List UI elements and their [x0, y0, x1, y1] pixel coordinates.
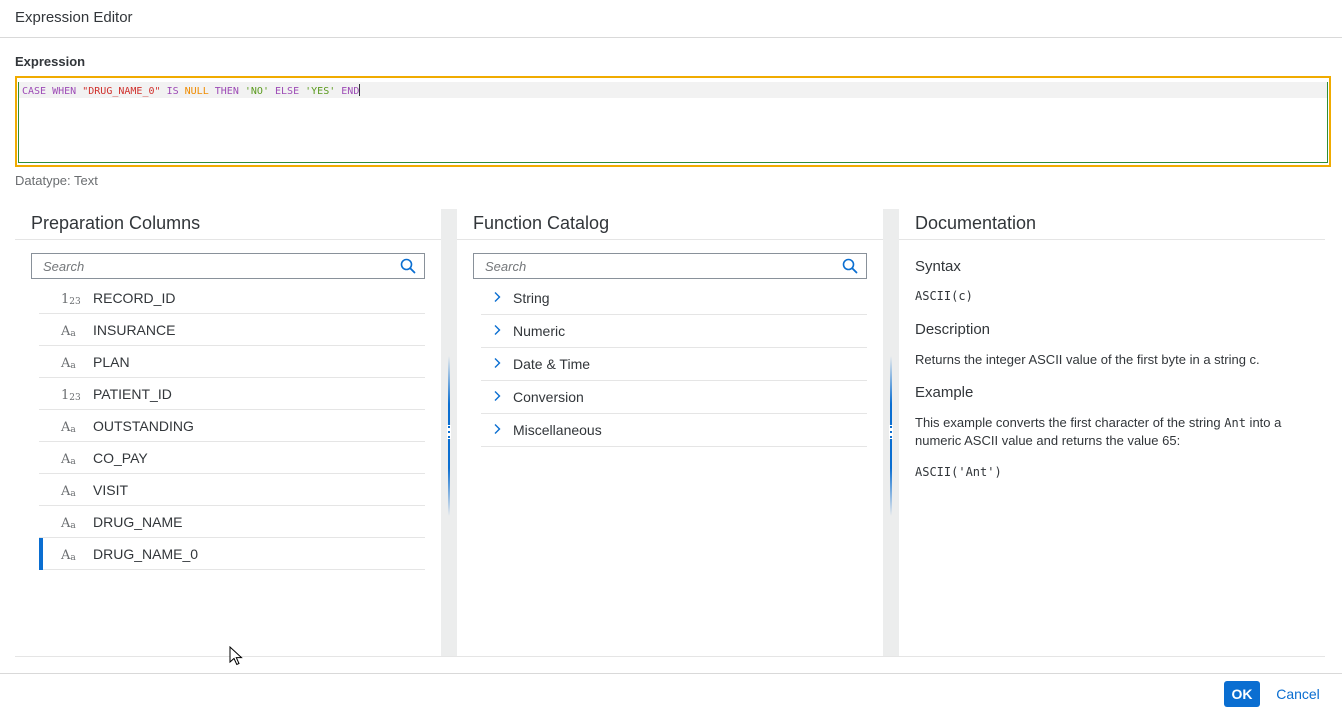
- expression-editor-frame: CASE WHEN "DRUG_NAME_0" IS NULL THEN 'NO…: [18, 82, 1328, 163]
- column-name: VISIT: [93, 482, 129, 498]
- search-icon[interactable]: [842, 258, 858, 274]
- token-when: WHEN: [52, 86, 77, 97]
- column-name: PATIENT_ID: [93, 386, 172, 402]
- function-category-label: Numeric: [513, 323, 566, 339]
- column-item[interactable]: 123 RECORD_ID: [39, 282, 425, 314]
- mouse-pointer-icon: [229, 646, 243, 666]
- column-item[interactable]: Aa INSURANCE: [39, 314, 425, 346]
- token-null: NULL: [184, 86, 209, 97]
- expression-code[interactable]: CASE WHEN "DRUG_NAME_0" IS NULL THEN 'NO…: [22, 84, 361, 99]
- expression-editor[interactable]: CASE WHEN "DRUG_NAME_0" IS NULL THEN 'NO…: [15, 76, 1331, 167]
- text-type-icon: Aa: [61, 516, 76, 531]
- functions-search[interactable]: [473, 253, 867, 279]
- datatype-label: Datatype: Text: [15, 173, 98, 188]
- function-category-item[interactable]: Numeric: [481, 315, 867, 348]
- column-item[interactable]: Aa VISIT: [39, 474, 425, 506]
- documentation-title: Documentation: [915, 213, 1037, 233]
- footer-divider: [0, 673, 1342, 674]
- token-is: IS: [166, 86, 179, 97]
- token-else: ELSE: [275, 86, 300, 97]
- ok-button[interactable]: OK: [1224, 681, 1260, 707]
- text-type-icon: Aa: [61, 420, 76, 435]
- functions-search-input[interactable]: [474, 254, 866, 278]
- preparation-columns-title: Preparation Columns: [31, 213, 201, 233]
- column-name: DRUG_NAME_0: [93, 546, 199, 562]
- token-end: END: [341, 86, 360, 97]
- text-type-icon: Aa: [61, 452, 76, 467]
- example-code: ASCII('Ant'): [915, 465, 1002, 479]
- text-type-icon: Aa: [61, 484, 76, 499]
- panel-divider: [899, 239, 1325, 240]
- token-no: 'NO': [244, 86, 269, 97]
- columns-search[interactable]: [31, 253, 425, 279]
- function-category-label: Miscellaneous: [513, 422, 602, 438]
- splitter-handle[interactable]: [447, 425, 451, 439]
- text-type-icon: Aa: [61, 356, 76, 371]
- token-then: THEN: [214, 86, 239, 97]
- chevron-right-icon[interactable]: [491, 357, 503, 369]
- chevron-right-icon[interactable]: [491, 423, 503, 435]
- search-icon[interactable]: [400, 258, 416, 274]
- column-name: DRUG_NAME: [93, 514, 183, 530]
- token-yes: 'YES': [305, 86, 336, 97]
- column-name: PLAN: [93, 354, 130, 370]
- column-name: INSURANCE: [93, 322, 176, 338]
- column-name: CO_PAY: [93, 450, 148, 466]
- token-column: "DRUG_NAME_0": [82, 86, 161, 97]
- function-category-item[interactable]: Miscellaneous: [481, 414, 867, 447]
- column-name: RECORD_ID: [93, 290, 176, 306]
- syntax-code: ASCII(c): [915, 289, 973, 303]
- example-inline-code: Ant: [1224, 416, 1246, 430]
- text-type-icon: Aa: [61, 324, 76, 339]
- expression-label: Expression: [15, 54, 86, 69]
- column-name: OUTSTANDING: [93, 418, 194, 434]
- function-category-label: Date & Time: [513, 356, 591, 372]
- text-caret: [359, 84, 361, 96]
- function-category-label: String: [513, 290, 550, 306]
- content-divider: [15, 656, 1325, 657]
- dialog-header: Expression Editor: [0, 0, 1342, 38]
- example-text: This example converts the first characte…: [915, 415, 1282, 448]
- panel-divider: [15, 239, 441, 240]
- function-category-item[interactable]: Date & Time: [481, 348, 867, 381]
- dialog-title: Expression Editor: [15, 9, 133, 26]
- numeric-type-icon: 123: [61, 292, 81, 307]
- token-case: CASE: [22, 86, 47, 97]
- column-item[interactable]: 123 PATIENT_ID: [39, 378, 425, 410]
- panel-divider: [457, 239, 883, 240]
- numeric-type-icon: 123: [61, 388, 81, 403]
- function-category-label: Conversion: [513, 389, 584, 405]
- text-type-icon: Aa: [61, 548, 76, 563]
- syntax-heading: Syntax: [915, 258, 961, 275]
- chevron-right-icon[interactable]: [491, 291, 503, 303]
- columns-search-input[interactable]: [32, 254, 424, 278]
- column-item[interactable]: Aa CO_PAY: [39, 442, 425, 474]
- splitter-handle[interactable]: [889, 425, 893, 439]
- description-text: Returns the integer ASCII value of the f…: [915, 352, 1260, 367]
- panel-splitter[interactable]: [441, 209, 457, 656]
- cancel-button[interactable]: Cancel: [1270, 681, 1326, 707]
- chevron-right-icon[interactable]: [491, 390, 503, 402]
- function-category-item[interactable]: Conversion: [481, 381, 867, 414]
- column-item[interactable]: Aa PLAN: [39, 346, 425, 378]
- function-category-item[interactable]: String: [481, 282, 867, 315]
- panel-splitter[interactable]: [883, 209, 899, 656]
- column-item-selected[interactable]: Aa DRUG_NAME_0: [39, 538, 425, 570]
- expression-editor-dialog: Expression Editor Expression CASE WHEN "…: [0, 0, 1342, 709]
- description-heading: Description: [915, 321, 991, 338]
- column-item[interactable]: Aa DRUG_NAME: [39, 506, 425, 538]
- chevron-right-icon[interactable]: [491, 324, 503, 336]
- column-item[interactable]: Aa OUTSTANDING: [39, 410, 425, 442]
- function-catalog-title: Function Catalog: [473, 213, 610, 233]
- example-heading: Example: [915, 384, 974, 401]
